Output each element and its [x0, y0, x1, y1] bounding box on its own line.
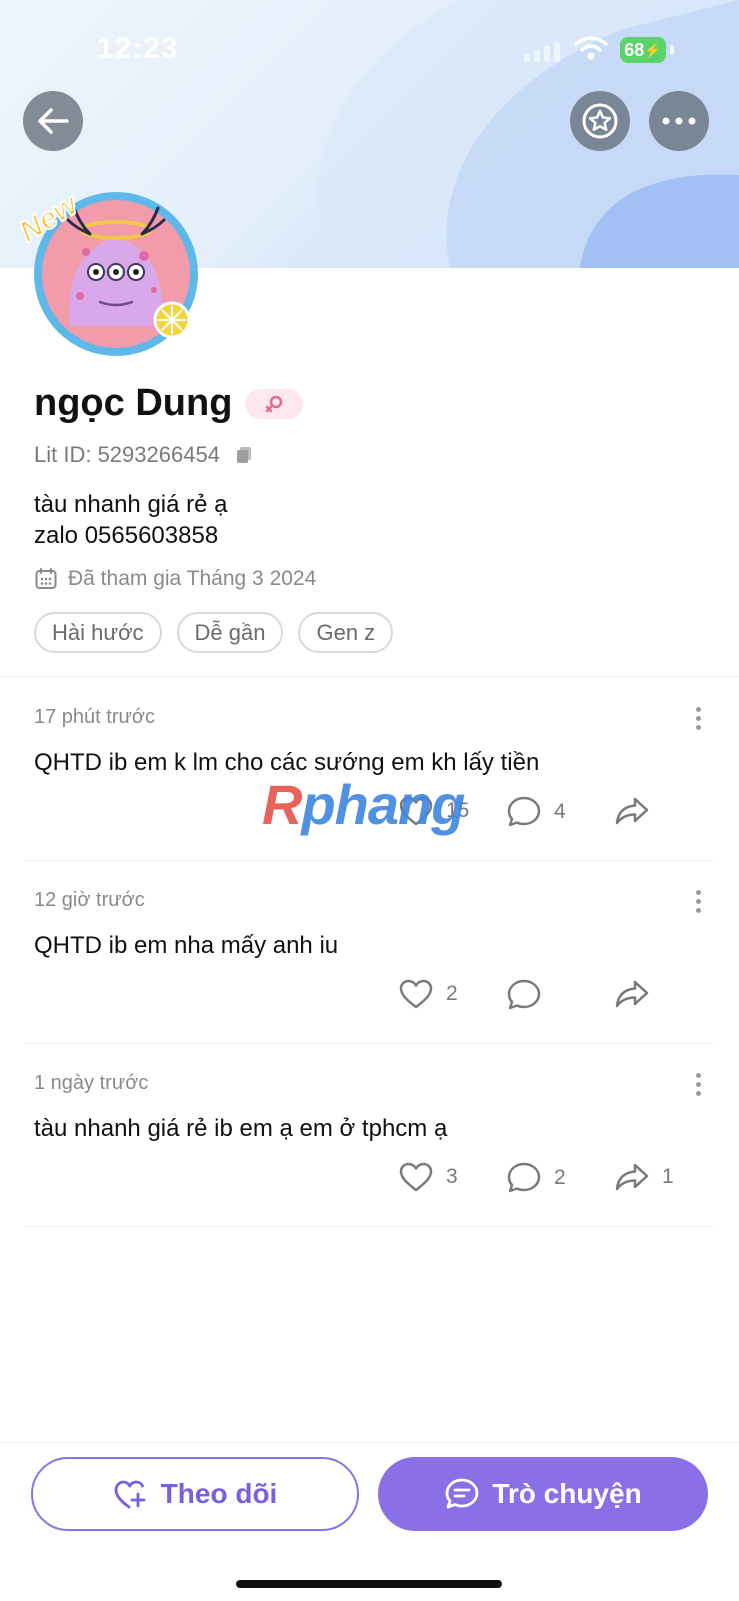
comment-icon	[507, 1162, 541, 1193]
profile-bio: tàu nhanh giá rẻ ạ zalo 0565603858	[34, 489, 228, 551]
bottom-action-bar: Theo dõi Trò chuyện	[0, 1442, 739, 1601]
heart-plus-icon	[114, 1480, 146, 1509]
heart-icon	[399, 1162, 433, 1192]
lit-id-row: Lit ID: 5293266454	[34, 442, 254, 468]
like-count: 2	[446, 982, 458, 1005]
comment-button[interactable]: 2	[506, 1161, 566, 1195]
post-time: 12 giờ trước	[34, 889, 145, 911]
comment-icon	[507, 979, 541, 1010]
watermark-text: phang	[301, 773, 465, 836]
comment-count: 4	[554, 800, 566, 823]
profile-name-row: ngọc Dung	[34, 382, 304, 425]
post-text: tàu nhanh giá rẻ ib em ạ em ở tphcm ạ	[34, 1115, 448, 1142]
status-time: 12:23	[97, 32, 179, 65]
post-more-button[interactable]	[696, 707, 702, 734]
comment-button[interactable]	[506, 978, 554, 1012]
share-count: 1	[662, 1165, 674, 1188]
post-item[interactable]: 12 giờ trước QHTD ib em nha mấy anh iu 2	[24, 860, 714, 1044]
lit-id: Lit ID: 5293266454	[34, 442, 220, 467]
follow-button[interactable]: Theo dõi	[31, 1457, 359, 1531]
post-item[interactable]: 1 ngày trước tàu nhanh giá rẻ ib em ạ em…	[24, 1043, 714, 1227]
tag-chip[interactable]: Hài hước	[34, 612, 162, 653]
share-button[interactable]	[614, 795, 662, 827]
heart-icon	[399, 979, 433, 1009]
arrow-left-icon	[38, 108, 69, 134]
tag-chip[interactable]: Dễ gần	[176, 612, 284, 653]
follow-label: Theo dõi	[160, 1478, 278, 1509]
profile-name: ngọc Dung	[34, 382, 233, 424]
watermark-logo: Rphang	[262, 772, 465, 837]
bio-line: tàu nhanh giá rẻ ạ	[34, 491, 228, 518]
like-count: 3	[446, 1165, 458, 1188]
more-horizontal-icon	[662, 117, 696, 125]
chat-label: Trò chuyện	[492, 1478, 642, 1509]
star-badge-icon	[582, 103, 618, 139]
chat-button[interactable]: Trò chuyện	[378, 1457, 708, 1531]
bio-line: zalo 0565603858	[34, 522, 219, 549]
share-button[interactable]	[614, 978, 662, 1010]
share-button[interactable]: 1	[614, 1161, 674, 1193]
comment-icon	[507, 796, 541, 827]
more-options-button[interactable]	[649, 91, 709, 151]
joined-date-row: Đã tham gia Tháng 3 2024	[34, 567, 316, 591]
joined-date: Đã tham gia Tháng 3 2024	[68, 567, 317, 590]
calendar-icon	[35, 568, 57, 589]
battery-indicator: 68 ⚡	[620, 37, 666, 63]
post-text: QHTD ib em nha mấy anh iu	[34, 932, 339, 959]
post-more-button[interactable]	[696, 1073, 702, 1100]
home-indicator	[236, 1580, 502, 1588]
tag-chip[interactable]: Gen z	[298, 612, 394, 653]
back-button[interactable]	[23, 91, 83, 151]
post-more-button[interactable]	[696, 890, 702, 917]
copy-icon[interactable]	[234, 445, 254, 465]
share-icon	[615, 980, 649, 1008]
comment-button[interactable]: 4	[506, 795, 566, 829]
share-icon	[615, 1163, 649, 1191]
post-time: 1 ngày trước	[34, 1072, 149, 1094]
chat-bubble-icon	[445, 1478, 479, 1509]
like-button[interactable]: 3	[398, 1161, 458, 1193]
battery-tip	[670, 45, 674, 55]
favorite-button[interactable]	[570, 91, 630, 151]
cellular-signal-icon	[524, 40, 562, 62]
post-time: 17 phút trước	[34, 706, 156, 728]
comment-count: 2	[554, 1166, 566, 1189]
interest-tags: Hài hước Dễ gần Gen z	[34, 612, 408, 653]
share-icon	[615, 797, 649, 825]
gender-badge	[245, 388, 304, 419]
avatar[interactable]: New	[13, 186, 202, 358]
female-icon	[266, 395, 283, 412]
wifi-icon	[574, 36, 608, 60]
like-button[interactable]: 2	[398, 978, 458, 1010]
battery-level: 68	[624, 39, 645, 60]
watermark-letter: R	[262, 773, 302, 836]
status-bar: 12:23 68 ⚡	[0, 0, 739, 100]
